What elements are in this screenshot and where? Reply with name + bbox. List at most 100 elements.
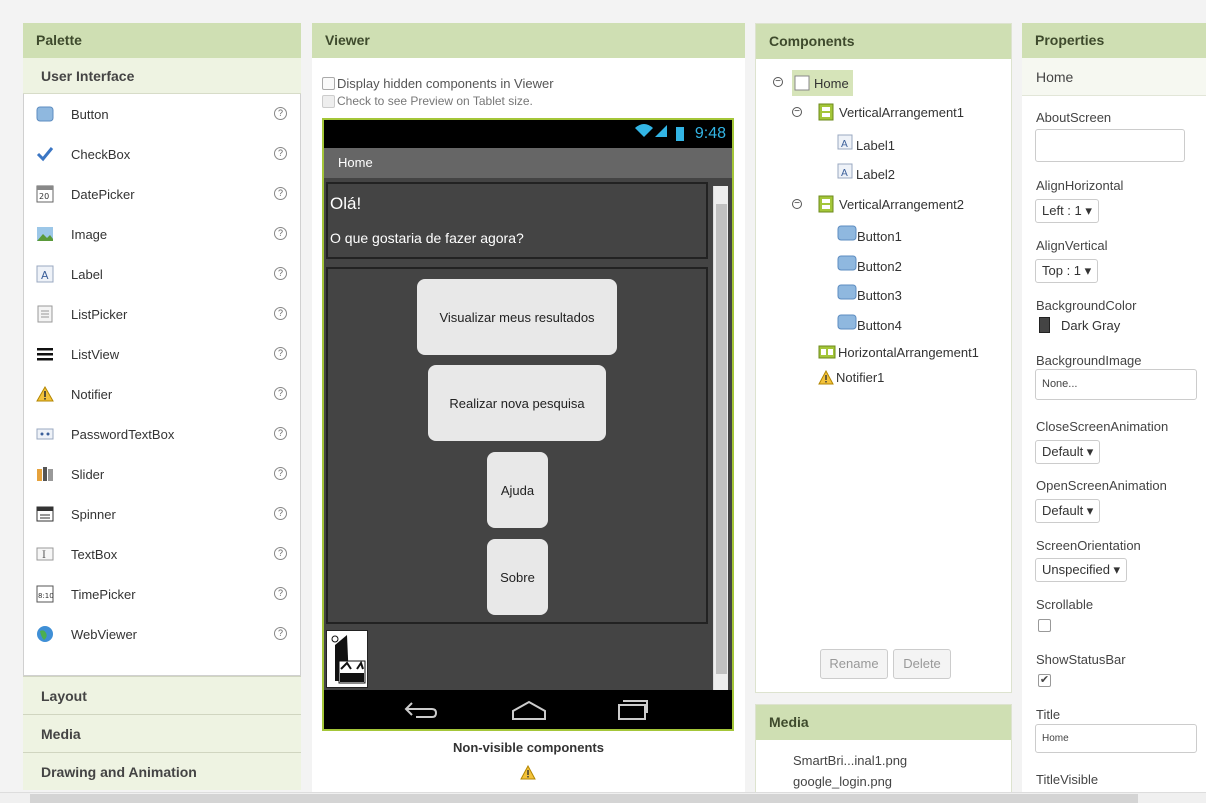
checkbox-box[interactable] <box>322 77 335 90</box>
background-image-picker[interactable]: None... <box>1035 369 1197 400</box>
label2-question[interactable]: O que gostaria de fazer agora? <box>330 230 524 246</box>
notifier-nonvisible-icon[interactable] <box>520 764 536 783</box>
media-file-item[interactable]: google_login.png <box>793 774 1011 789</box>
phone-scrollbar[interactable] <box>713 186 728 691</box>
tree-node-verticalarrangement1[interactable]: VerticalArrangement1 <box>818 101 964 123</box>
about-screen-textarea[interactable] <box>1035 129 1185 162</box>
help-icon[interactable]: ? <box>274 267 287 280</box>
palette-item-image[interactable]: Image ? <box>24 214 300 254</box>
help-icon[interactable]: ? <box>274 507 287 520</box>
help-icon[interactable]: ? <box>274 427 287 440</box>
checkbox-box[interactable] <box>322 94 335 108</box>
align-vertical-select[interactable]: Top : 1 ▾ <box>1035 259 1099 283</box>
tablet-preview-checkbox[interactable]: Check to see Preview on Tablet size. <box>322 94 745 108</box>
show-status-bar-checkbox[interactable]: ✔ <box>1038 674 1051 687</box>
scrollable-checkbox[interactable] <box>1038 619 1051 632</box>
help-icon[interactable]: ? <box>274 467 287 480</box>
checkbox-icon <box>36 145 54 163</box>
palette-item-textbox[interactable]: I TextBox ? <box>24 534 300 574</box>
palette-section-drawing[interactable]: Drawing and Animation <box>23 752 301 790</box>
horizontal-scrollbar[interactable] <box>0 792 1206 803</box>
delete-button[interactable]: Delete <box>893 649 951 679</box>
palette-item-listview[interactable]: ListView ? <box>24 334 300 374</box>
help-icon[interactable]: ? <box>274 387 287 400</box>
close-screen-animation-select[interactable]: Default ▾ <box>1035 440 1101 464</box>
battery-icon <box>676 127 685 141</box>
collapse-toggle-va1[interactable]: − <box>792 107 802 117</box>
tree-node-label2[interactable]: A Label2 <box>837 160 895 182</box>
tree-node-button1[interactable]: Button1 <box>837 222 902 244</box>
datepicker-icon: 20 <box>36 185 54 203</box>
scrollbar-thumb[interactable] <box>716 204 727 674</box>
tree-node-verticalarrangement2[interactable]: VerticalArrangement2 <box>818 193 964 215</box>
open-screen-animation-label: OpenScreenAnimation <box>1036 478 1167 493</box>
palette-item-checkbox[interactable]: CheckBox ? <box>24 134 300 174</box>
align-vertical-label: AlignVertical <box>1036 238 1108 253</box>
palette-item-notifier[interactable]: Notifier ? <box>24 374 300 414</box>
help-icon[interactable]: ? <box>274 347 287 360</box>
vertical-arrangement-1[interactable]: Olá! O que gostaria de fazer agora? <box>326 182 708 259</box>
help-icon[interactable]: ? <box>274 187 287 200</box>
palette-section-media[interactable]: Media <box>23 714 301 752</box>
nonvisible-components-label: Non-visible components <box>453 740 604 755</box>
components-panel: Components − Home − VerticalArrangement1… <box>755 23 1012 693</box>
palette-item-spinner[interactable]: Spinner ? <box>24 494 300 534</box>
horizontal-arrangement-logo[interactable] <box>326 630 368 688</box>
media-title: Media <box>756 705 1011 740</box>
help-icon[interactable]: ? <box>274 307 287 320</box>
tree-node-button2[interactable]: Button2 <box>837 252 902 274</box>
palette-item-timepicker[interactable]: 8:10 TimePicker ? <box>24 574 300 614</box>
tree-node-home[interactable]: Home <box>792 70 853 96</box>
screen-orientation-select[interactable]: Unspecified ▾ <box>1035 558 1128 582</box>
palette-item-webviewer[interactable]: WebViewer ? <box>24 614 300 654</box>
label-icon: A <box>837 134 853 150</box>
help-icon[interactable]: ? <box>274 587 287 600</box>
tree-node-label1[interactable]: A Label1 <box>837 131 895 153</box>
rename-button[interactable]: Rename <box>820 649 888 679</box>
phone-status-bar: 9:48 <box>324 120 732 148</box>
palette-item-button[interactable]: Button ? <box>24 94 300 134</box>
tree-node-button3[interactable]: Button3 <box>837 281 902 303</box>
tree-node-button4[interactable]: Button4 <box>837 311 902 333</box>
palette-group-user-interface[interactable]: User Interface <box>23 58 301 94</box>
button4-about[interactable]: Sobre <box>487 539 548 615</box>
app-logo-icon <box>327 631 367 687</box>
background-color-picker[interactable]: Dark Gray <box>1039 317 1120 333</box>
palette-list: Button ? CheckBox ? 20 DatePicker ? Imag… <box>23 94 301 676</box>
collapse-toggle-home[interactable]: − <box>773 77 783 87</box>
title-input[interactable]: Home <box>1035 724 1197 753</box>
align-horizontal-select[interactable]: Left : 1 ▾ <box>1035 199 1099 223</box>
collapse-toggle-va2[interactable]: − <box>792 199 802 209</box>
palette-item-label[interactable]: A Label ? <box>24 254 300 294</box>
help-icon[interactable]: ? <box>274 227 287 240</box>
button1-results[interactable]: Visualizar meus resultados <box>417 279 617 355</box>
background-color-label: BackgroundColor <box>1036 298 1137 313</box>
help-icon[interactable]: ? <box>274 627 287 640</box>
tree-node-notifier1[interactable]: Notifier1 <box>818 366 884 388</box>
properties-component-name: Home <box>1022 58 1206 96</box>
button3-help[interactable]: Ajuda <box>487 452 548 528</box>
hidden-components-checkbox[interactable]: Display hidden components in Viewer <box>322 76 745 91</box>
palette-item-datepicker[interactable]: 20 DatePicker ? <box>24 174 300 214</box>
palette-item-listpicker[interactable]: ListPicker ? <box>24 294 300 334</box>
open-screen-animation-select[interactable]: Default ▾ <box>1035 499 1101 523</box>
tree-node-horizontalarrangement1[interactable]: HorizontalArrangement1 <box>818 341 979 363</box>
media-file-item[interactable]: SmartBri...inal1.png <box>793 753 1011 768</box>
palette-item-slider[interactable]: Slider ? <box>24 454 300 494</box>
tree-label: Notifier1 <box>836 369 885 385</box>
help-icon[interactable]: ? <box>274 147 287 160</box>
background-color-value: Dark Gray <box>1061 317 1121 333</box>
horizontal-scrollbar-thumb[interactable] <box>30 794 1138 803</box>
palette-item-passwordtextbox[interactable]: PasswordTextBox ? <box>24 414 300 454</box>
help-icon[interactable]: ? <box>274 107 287 120</box>
palette-section-layout[interactable]: Layout <box>23 676 301 714</box>
back-icon[interactable] <box>404 699 438 722</box>
background-image-label: BackgroundImage <box>1036 353 1142 368</box>
vertical-arrangement-2[interactable]: Visualizar meus resultados Realizar nova… <box>326 267 708 624</box>
button2-new-survey[interactable]: Realizar nova pesquisa <box>428 365 606 441</box>
tree-label: Button2 <box>857 258 902 274</box>
recents-icon[interactable] <box>616 697 650 724</box>
help-icon[interactable]: ? <box>274 547 287 560</box>
home-icon[interactable] <box>509 699 549 724</box>
label1-greeting[interactable]: Olá! <box>330 194 361 214</box>
